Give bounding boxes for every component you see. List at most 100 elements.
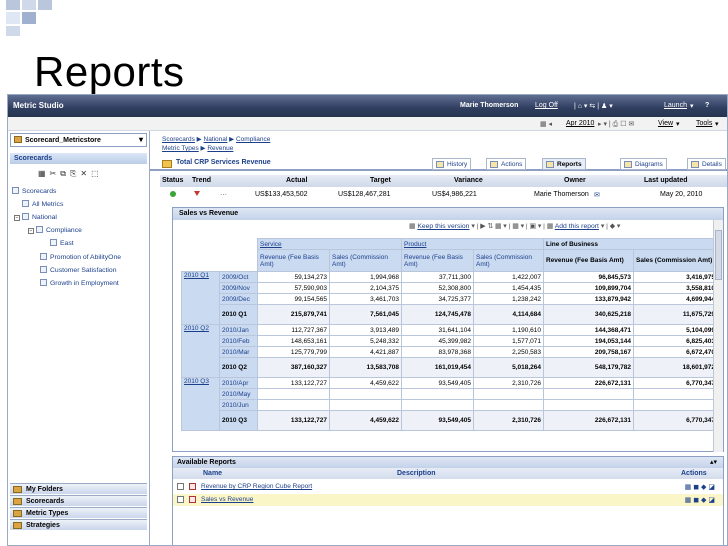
quarter-cell[interactable]: 2010 Q1 bbox=[181, 271, 220, 325]
month-cell[interactable]: 2010/Apr bbox=[219, 377, 258, 389]
breadcrumb-revenue[interactable]: Revenue bbox=[207, 145, 233, 152]
col-last-updated: Last updated bbox=[644, 177, 688, 184]
value-cell: 93,549,405 bbox=[401, 410, 474, 431]
tree-item-promotion[interactable]: Promotion of AbilityOne bbox=[40, 253, 121, 261]
crosstab-group-row: Service Product Line of Business bbox=[182, 238, 718, 250]
actions-icon bbox=[490, 161, 498, 168]
quarter-cell[interactable]: 2010 Q2 bbox=[181, 324, 220, 378]
scorecard-selector[interactable]: Scorecard_Metricstore ▾ bbox=[10, 133, 147, 147]
group-service[interactable]: Service bbox=[257, 238, 402, 250]
tree-item-east[interactable]: East bbox=[50, 239, 74, 247]
value-cell: 548,179,782 bbox=[543, 357, 634, 378]
tab-history[interactable]: History bbox=[432, 158, 472, 170]
available-reports-title: Available Reports bbox=[173, 457, 723, 468]
report-scrollbar[interactable] bbox=[713, 220, 723, 452]
value-cell: 215,879,741 bbox=[257, 304, 330, 325]
logoff-link[interactable]: Log Off bbox=[535, 102, 558, 109]
accordion-my-folders[interactable]: My Folders bbox=[10, 483, 147, 494]
more-icon[interactable]: ⋯ bbox=[220, 191, 227, 199]
quarter-cell[interactable]: 2010 Q3 bbox=[181, 377, 220, 431]
tab-actions[interactable]: Actions bbox=[486, 158, 527, 170]
month-cell[interactable]: 2010/Mar bbox=[219, 346, 258, 358]
view-menu[interactable]: View bbox=[658, 120, 673, 127]
report-toolbar-icons[interactable]: ▾ | ▶ ⇅ ▦ ▾ | ▦ ▾ | ▣ ▾ | ▦ bbox=[469, 223, 554, 230]
month-cell[interactable]: 2010/Feb bbox=[219, 335, 258, 347]
scorecard-icon bbox=[40, 266, 47, 273]
expand-icon[interactable]: ▴▾ bbox=[710, 458, 717, 466]
breadcrumb-scorecards[interactable]: Scorecards bbox=[162, 136, 195, 143]
value-cell: 3,416,975 bbox=[633, 271, 718, 283]
breadcrumb-metric-types-link[interactable]: Metric Types bbox=[162, 145, 199, 152]
col-header: Revenue (Fee Basis Amt) bbox=[401, 249, 474, 272]
group-lob: Line of Business bbox=[543, 238, 718, 250]
tree-item-scorecards[interactable]: Scorecards bbox=[12, 187, 56, 195]
tab-reports[interactable]: Reports bbox=[542, 158, 586, 170]
collapse-icon[interactable]: − bbox=[28, 228, 34, 234]
group-product[interactable]: Product bbox=[401, 238, 544, 250]
tree-item-customer-satisfaction[interactable]: Customer Satisfaction bbox=[40, 266, 117, 274]
report-name-link[interactable]: Sales vs Revenue bbox=[201, 496, 253, 503]
row-actions-icons[interactable]: ▦◼◆◪ bbox=[685, 483, 717, 491]
month-cell: 2010 Q1 bbox=[219, 304, 258, 325]
value-cell: 96,845,573 bbox=[543, 271, 634, 283]
tools-menu[interactable]: Tools bbox=[696, 120, 712, 127]
accordion-metric-types[interactable]: Metric Types bbox=[10, 507, 147, 518]
crosstab-row: 2010 Q2 2010/Jan 112,727,367 3,913,489 31,64… bbox=[181, 324, 718, 378]
email-icon[interactable]: ✉ bbox=[594, 191, 600, 199]
add-report-icons[interactable]: ▾ | ◆ ▾ bbox=[599, 223, 621, 230]
report-row-selected[interactable]: Sales vs Revenue ▦◼◆◪ bbox=[173, 494, 723, 506]
accordion-scorecards[interactable]: Scorecards bbox=[10, 495, 147, 506]
crosstab-row: 2010/May bbox=[182, 388, 718, 400]
scrollbar-thumb[interactable] bbox=[715, 230, 722, 280]
calendar-icon[interactable]: ▦ ◂ bbox=[540, 120, 552, 128]
tree-item-growth[interactable]: Growth in Employment bbox=[40, 279, 119, 287]
value-cell bbox=[401, 388, 474, 400]
tools-arrow-icon[interactable]: ▾ bbox=[715, 120, 719, 128]
month-cell[interactable]: 2009/Oct bbox=[219, 271, 258, 283]
value-cell: 6,672,470 bbox=[633, 346, 718, 358]
keep-version-link[interactable]: Keep this version bbox=[417, 223, 469, 230]
help-button[interactable]: ? bbox=[705, 102, 709, 109]
launch-arrow-icon[interactable]: ▾ bbox=[690, 102, 694, 110]
value-cell: 18,601,972 bbox=[633, 357, 718, 378]
main-pane: Scorecards ▶ National ▶ Compliance Metri… bbox=[150, 131, 727, 545]
launch-menu[interactable]: Launch bbox=[664, 102, 687, 109]
crosstab: Service Product Line of Business Revenue… bbox=[181, 238, 718, 431]
tree-item-all-metrics[interactable]: All Metrics bbox=[22, 200, 63, 208]
tab-diagrams[interactable]: Diagrams bbox=[620, 158, 667, 170]
row-actions-icons[interactable]: ▦◼◆◪ bbox=[685, 496, 717, 504]
month-cell[interactable]: 2010/May bbox=[219, 388, 258, 400]
tree-toolbar[interactable]: ▦✂⧉⎘✕⬚ bbox=[38, 169, 103, 179]
secondary-toolbar: ▦ ◂ Apr 2010 ▸ ▾ | ⎙ ☐ ✉ View ▾ Tools ▾ bbox=[8, 117, 727, 131]
breadcrumb-compliance[interactable]: Compliance bbox=[236, 136, 270, 143]
value-cell bbox=[633, 399, 718, 411]
breadcrumb-national[interactable]: National bbox=[204, 136, 228, 143]
add-report-link[interactable]: Add this report bbox=[555, 223, 599, 230]
month-cell[interactable]: 2010/Jun bbox=[219, 399, 258, 411]
tab-details[interactable]: Details bbox=[687, 158, 726, 170]
crosstab-row: 2009/Nov 57,590,903 2,104,375 52,308,800 1,4… bbox=[182, 282, 718, 294]
view-arrow-icon[interactable]: ▾ bbox=[676, 120, 680, 128]
collapse-icon[interactable]: − bbox=[14, 215, 20, 221]
report-name-link[interactable]: Revenue by CRP Region Cube Report bbox=[201, 483, 312, 490]
tree-item-national[interactable]: − National bbox=[14, 213, 57, 221]
report-row[interactable]: Revenue by CRP Region Cube Report ▦◼◆◪ bbox=[173, 481, 723, 493]
value-cell: 31,641,104 bbox=[401, 324, 474, 336]
value-cell: 6,825,403 bbox=[633, 335, 718, 347]
accordion-strategies[interactable]: Strategies bbox=[10, 519, 147, 530]
scorecard-icon bbox=[13, 498, 22, 505]
value-cell: 133,879,942 bbox=[543, 293, 634, 305]
value-cell bbox=[329, 399, 402, 411]
row-checkbox[interactable] bbox=[177, 483, 184, 490]
col-variance: Variance bbox=[454, 177, 483, 184]
value-cell: 4,421,887 bbox=[329, 346, 402, 358]
tree-item-compliance[interactable]: − Compliance bbox=[28, 226, 82, 234]
month-cell[interactable]: 2009/Nov bbox=[219, 282, 258, 294]
month-cell[interactable]: 2010/Jan bbox=[219, 324, 258, 336]
period-nav-icons[interactable]: ▸ ▾ | ⎙ ☐ ✉ bbox=[598, 120, 634, 129]
value-cell bbox=[329, 388, 402, 400]
month-cell[interactable]: 2009/Dec bbox=[219, 293, 258, 305]
period-selector[interactable]: Apr 2010 bbox=[566, 120, 594, 127]
row-checkbox[interactable] bbox=[177, 496, 184, 503]
col-header: Revenue (Fee Basis Amt) bbox=[257, 249, 330, 272]
